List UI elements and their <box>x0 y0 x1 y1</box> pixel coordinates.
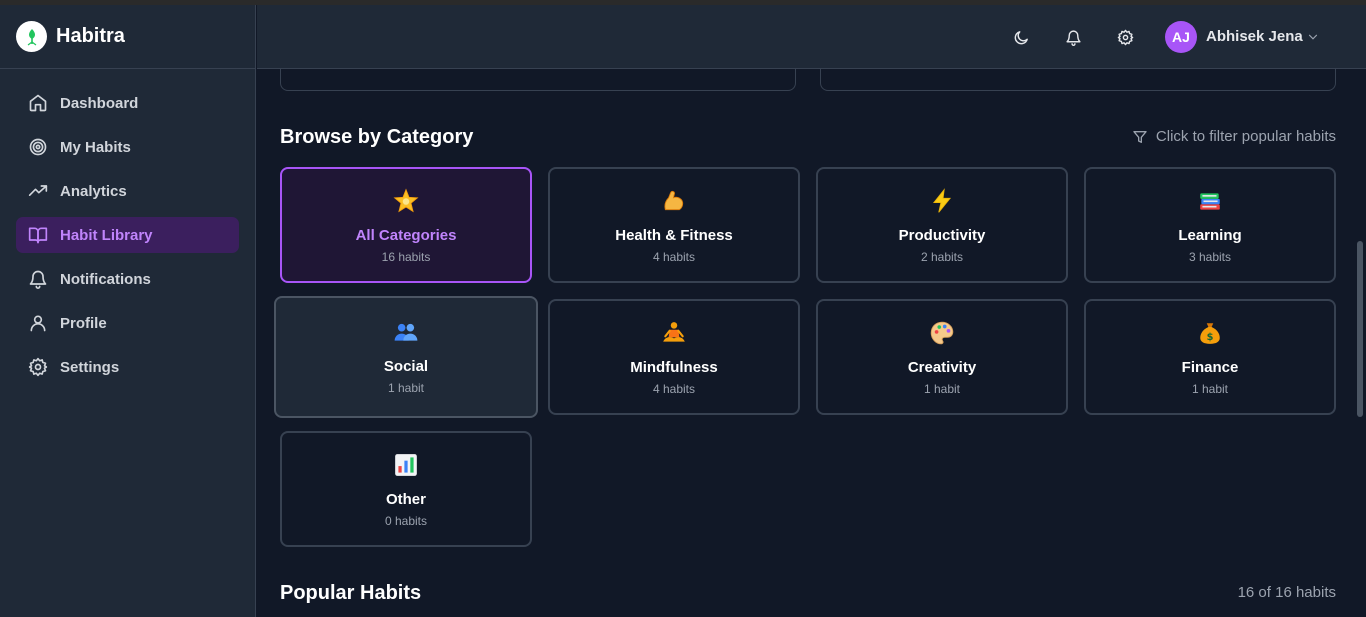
logo-icon <box>16 21 47 52</box>
home-icon <box>29 94 47 112</box>
category-name: Health & Fitness <box>615 227 733 244</box>
category-name: Creativity <box>907 359 977 376</box>
trending-up-icon <box>28 185 48 196</box>
popular-habits-count: 16 of 16 habits <box>1237 584 1336 601</box>
category-name: Social <box>383 358 429 375</box>
category-card-other[interactable]: Other 0 habits <box>280 431 532 547</box>
category-count: 1 habit <box>923 382 961 396</box>
scrollbar[interactable] <box>1353 69 1366 617</box>
category-count: 16 habits <box>381 250 431 264</box>
gear-icon <box>1117 29 1133 45</box>
sidebar-item-label: My Habits <box>60 138 131 156</box>
category-count: 3 habits <box>1188 250 1232 264</box>
category-card-productivity[interactable]: Productivity 2 habits <box>816 167 1068 283</box>
browse-title: Browse by Category <box>280 126 474 148</box>
lightning-icon <box>929 187 955 215</box>
bell-icon <box>29 270 47 289</box>
sidebar-item-notifications[interactable]: Notifications <box>16 261 239 297</box>
category-name: Other <box>385 491 426 508</box>
sidebar-item-habit-library[interactable]: Habit Library <box>16 217 239 253</box>
palette-icon <box>929 319 955 347</box>
target-icon <box>29 138 47 156</box>
category-count: 1 habit <box>1191 382 1229 396</box>
filter-hint-text: Click to filter popular habits <box>1155 128 1336 145</box>
sidebar-item-my-habits[interactable]: My Habits <box>16 129 239 165</box>
money-bag-icon: $ <box>1197 319 1223 347</box>
popular-habits-title: Popular Habits <box>280 582 422 604</box>
sidebar-nav: Dashboard My Habits Analytics Habit Libr… <box>0 69 255 385</box>
moon-icon <box>1014 30 1028 44</box>
filter-icon <box>1133 130 1147 143</box>
category-name: Finance <box>1181 359 1239 376</box>
category-card-social[interactable]: Social 1 habit <box>274 296 538 418</box>
top-header: AJ Abhisek Jena <box>257 5 1366 69</box>
sidebar-item-label: Dashboard <box>60 94 139 112</box>
sidebar-item-label: Habit Library <box>60 226 153 244</box>
category-card-creativity[interactable]: Creativity 1 habit <box>816 299 1068 415</box>
notifications-button[interactable] <box>1062 26 1084 48</box>
category-card-finance[interactable]: $ Finance 1 habit <box>1084 299 1336 415</box>
sidebar-item-label: Profile <box>60 314 107 332</box>
books-icon <box>1197 187 1223 215</box>
avatar[interactable]: AJ <box>1165 21 1197 53</box>
category-count: 0 habits <box>384 514 428 528</box>
category-count: 4 habits <box>652 382 696 396</box>
category-card-mindfulness[interactable]: Mindfulness 4 habits <box>548 299 800 415</box>
filter-hint: Click to filter popular habits <box>1132 128 1336 145</box>
sidebar-item-label: Notifications <box>60 270 151 288</box>
svg-text:$: $ <box>1207 332 1214 343</box>
sidebar-item-label: Analytics <box>60 182 127 200</box>
category-name: All Categories <box>355 227 457 244</box>
bar-chart-icon <box>393 451 419 479</box>
sidebar-item-analytics[interactable]: Analytics <box>16 173 239 209</box>
app-name: Habitra <box>56 25 125 47</box>
theme-toggle-button[interactable] <box>1010 26 1032 48</box>
bell-icon <box>1065 29 1081 46</box>
category-count: 4 habits <box>652 250 696 264</box>
category-name: Mindfulness <box>630 359 718 376</box>
category-card-learning[interactable]: Learning 3 habits <box>1084 167 1336 283</box>
category-count: 1 habit <box>387 381 425 395</box>
gear-icon <box>28 357 48 377</box>
sidebar-item-settings[interactable]: Settings <box>16 349 239 385</box>
scrollbar-thumb[interactable] <box>1357 241 1363 417</box>
flexed-biceps-icon <box>661 187 687 215</box>
category-card-all[interactable]: All Categories 16 habits <box>280 167 532 283</box>
sidebar-item-label: Settings <box>60 358 120 376</box>
star-icon <box>393 187 419 215</box>
stat-card <box>280 69 796 91</box>
people-icon <box>393 318 419 346</box>
brand[interactable]: Habitra <box>0 5 255 69</box>
sidebar: Habitra Dashboard My Habits Analytics Ha… <box>0 5 256 617</box>
user-icon <box>30 315 46 332</box>
stat-card <box>820 69 1336 91</box>
main-content: Browse by Category Click to filter popul… <box>257 69 1353 617</box>
category-name: Productivity <box>898 227 986 244</box>
chevron-down-icon[interactable] <box>1306 30 1320 44</box>
category-name: Learning <box>1178 227 1242 244</box>
meditation-icon <box>661 319 687 347</box>
sidebar-item-dashboard[interactable]: Dashboard <box>16 85 239 121</box>
book-open-icon <box>28 227 48 244</box>
sidebar-item-profile[interactable]: Profile <box>16 305 239 341</box>
category-card-health-fitness[interactable]: Health & Fitness 4 habits <box>548 167 800 283</box>
category-count: 2 habits <box>920 250 964 264</box>
settings-button[interactable] <box>1114 26 1136 48</box>
user-name[interactable]: Abhisek Jena <box>1206 28 1303 45</box>
